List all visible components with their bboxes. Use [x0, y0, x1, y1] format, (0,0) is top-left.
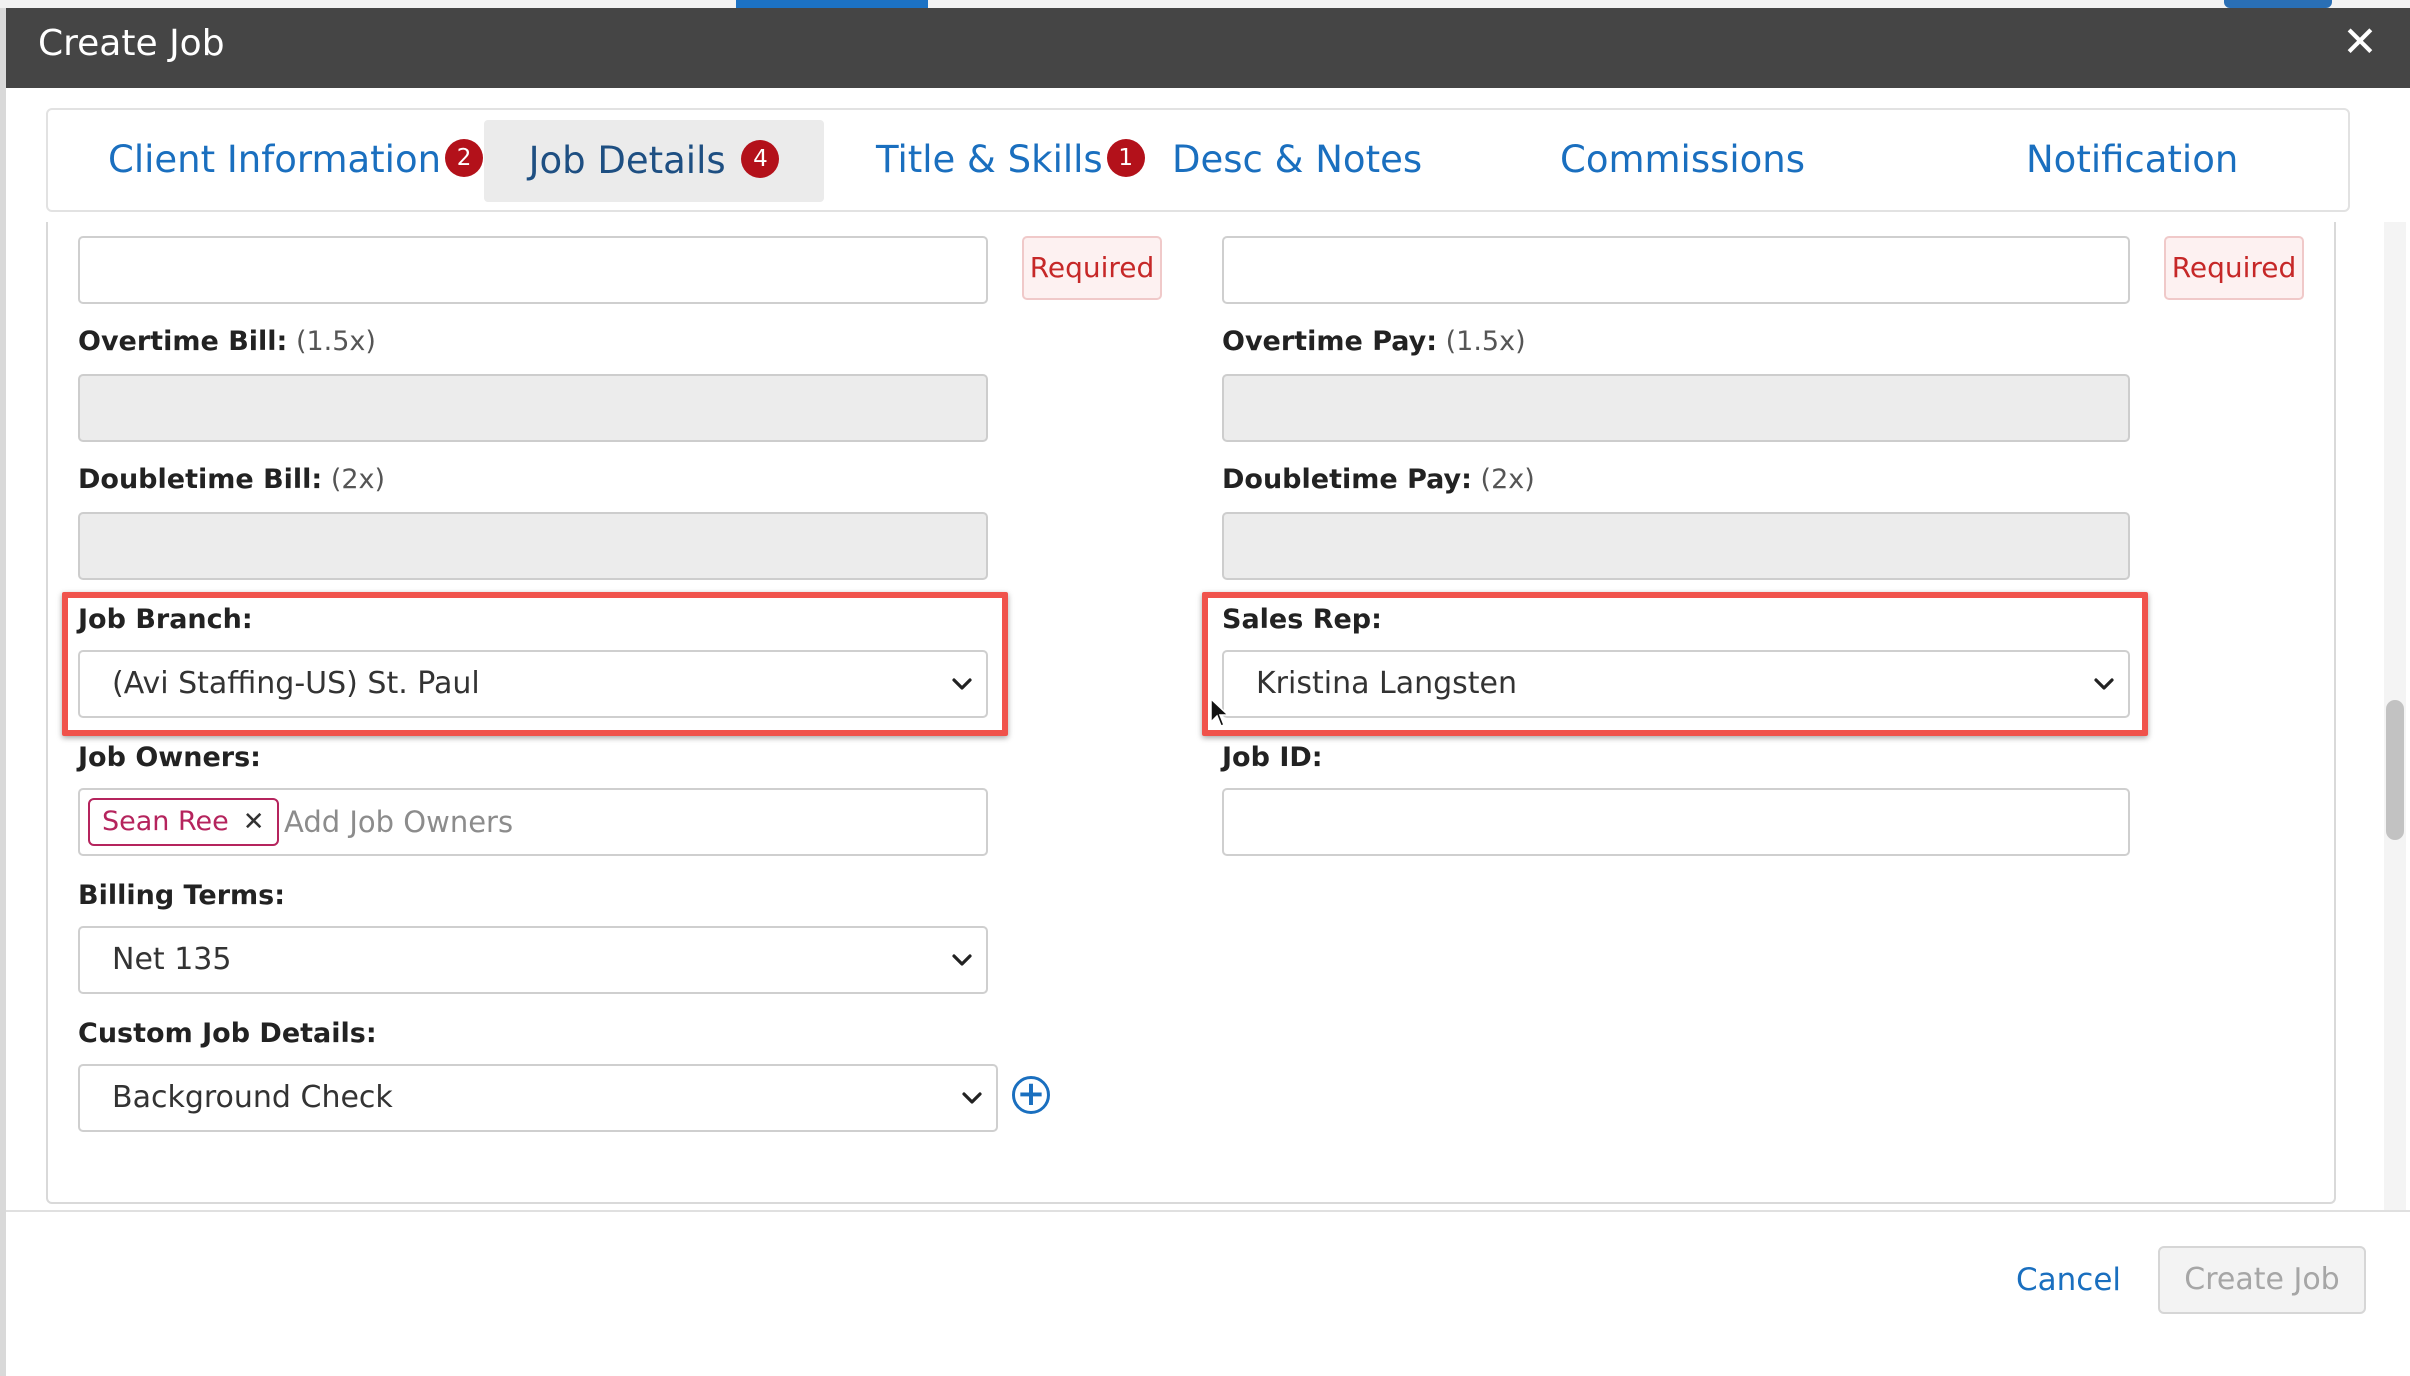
label-text: Job Owners: — [78, 742, 261, 773]
label-text: Job Branch: — [78, 604, 253, 635]
job-id-input[interactable] — [1222, 788, 2130, 856]
tab-bar: Client Information 2 Job Details 4 Title … — [46, 108, 2350, 212]
label-hint: (2x) — [1480, 464, 1535, 495]
job-branch-label: Job Branch: — [78, 604, 253, 635]
background-strip — [0, 0, 2410, 8]
mouse-cursor-icon — [1210, 698, 1230, 727]
pay-rate-input[interactable] — [1222, 236, 2130, 304]
overtime-pay-input[interactable] — [1222, 374, 2130, 442]
tab-desc-notes[interactable]: Desc & Notes — [1172, 110, 1422, 210]
job-id-label: Job ID: — [1222, 742, 1323, 773]
sales-rep-label: Sales Rep: — [1222, 604, 1382, 635]
tab-label: Commissions — [1560, 138, 1806, 181]
tab-label: Desc & Notes — [1172, 138, 1423, 181]
doubletime-pay-input[interactable] — [1222, 512, 2130, 580]
required-badge: Required — [1022, 236, 1162, 300]
job-branch-select[interactable]: (Avi Staffing-US) St. Paul — [78, 650, 988, 718]
job-owner-chip: Sean Ree ✕ — [88, 798, 279, 846]
label-text: Doubletime Bill: — [78, 464, 323, 495]
tab-badge: 2 — [445, 138, 484, 177]
tab-badge: 1 — [1106, 138, 1145, 177]
tab-notification[interactable]: Notification — [2026, 110, 2238, 210]
background-corner — [2224, 0, 2332, 8]
tab-badge: 4 — [741, 139, 780, 178]
modal-title: Create Job — [38, 23, 225, 64]
label-text: Overtime Pay: — [1222, 326, 1438, 357]
chevron-down-icon — [952, 954, 972, 966]
billing-terms-select[interactable]: Net 135 — [78, 926, 988, 994]
background-accent — [736, 0, 928, 8]
scrollbar-thumb[interactable] — [2386, 700, 2404, 840]
overtime-bill-label: Overtime Bill: (1.5x) — [78, 326, 376, 357]
custom-job-details-select[interactable]: Background Check — [78, 1064, 998, 1132]
label-hint: (2x) — [330, 464, 386, 495]
add-custom-detail-icon[interactable]: + — [1012, 1076, 1050, 1114]
job-owners-label: Job Owners: — [78, 742, 261, 773]
custom-job-details-value: Background Check — [112, 1080, 393, 1115]
label-text: Overtime Bill: — [78, 326, 288, 357]
chevron-down-icon — [962, 1092, 982, 1104]
close-icon[interactable]: ✕ — [2336, 18, 2384, 66]
label-text: Job ID: — [1222, 742, 1323, 773]
doubletime-pay-label: Doubletime Pay: (2x) — [1222, 464, 1535, 495]
custom-job-details-label: Custom Job Details: — [78, 1018, 377, 1049]
tab-commissions[interactable]: Commissions — [1560, 110, 1805, 210]
label-text: Sales Rep: — [1222, 604, 1382, 635]
chevron-down-icon — [952, 678, 972, 690]
tab-job-details[interactable]: Job Details 4 — [484, 120, 824, 202]
label-text: Custom Job Details: — [78, 1018, 377, 1049]
label-hint: (1.5x) — [295, 326, 376, 357]
tab-label: Job Details — [528, 139, 726, 182]
create-job-button[interactable]: Create Job — [2158, 1246, 2366, 1314]
modal-header — [6, 8, 2410, 88]
tab-label: Title & Skills — [876, 138, 1103, 181]
sales-rep-value: Kristina Langsten — [1256, 666, 1518, 701]
job-owners-placeholder: Add Job Owners — [284, 805, 514, 839]
label-text: Billing Terms: — [78, 880, 286, 911]
tab-title-skills[interactable]: Title & Skills 1 — [876, 110, 1145, 210]
chip-label: Sean Ree — [102, 806, 229, 837]
tab-client-information[interactable]: Client Information 2 — [108, 110, 484, 210]
doubletime-bill-label: Doubletime Bill: (2x) — [78, 464, 385, 495]
sales-rep-select[interactable]: Kristina Langsten — [1222, 650, 2130, 718]
overtime-bill-input[interactable] — [78, 374, 988, 442]
bill-rate-input[interactable] — [78, 236, 988, 304]
billing-terms-value: Net 135 — [112, 942, 232, 977]
job-branch-value: (Avi Staffing-US) St. Paul — [112, 666, 480, 701]
overtime-pay-label: Overtime Pay: (1.5x) — [1222, 326, 1526, 357]
tab-label: Notification — [2026, 138, 2239, 181]
label-text: Doubletime Pay: — [1222, 464, 1472, 495]
tab-label: Client Information — [108, 138, 442, 181]
chevron-down-icon — [2094, 678, 2114, 690]
label-hint: (1.5x) — [1445, 326, 1526, 357]
remove-icon[interactable]: ✕ — [243, 807, 265, 837]
doubletime-bill-input[interactable] — [78, 512, 988, 580]
required-badge: Required — [2164, 236, 2304, 300]
cancel-button[interactable]: Cancel — [2016, 1260, 2121, 1300]
billing-terms-label: Billing Terms: — [78, 880, 285, 911]
